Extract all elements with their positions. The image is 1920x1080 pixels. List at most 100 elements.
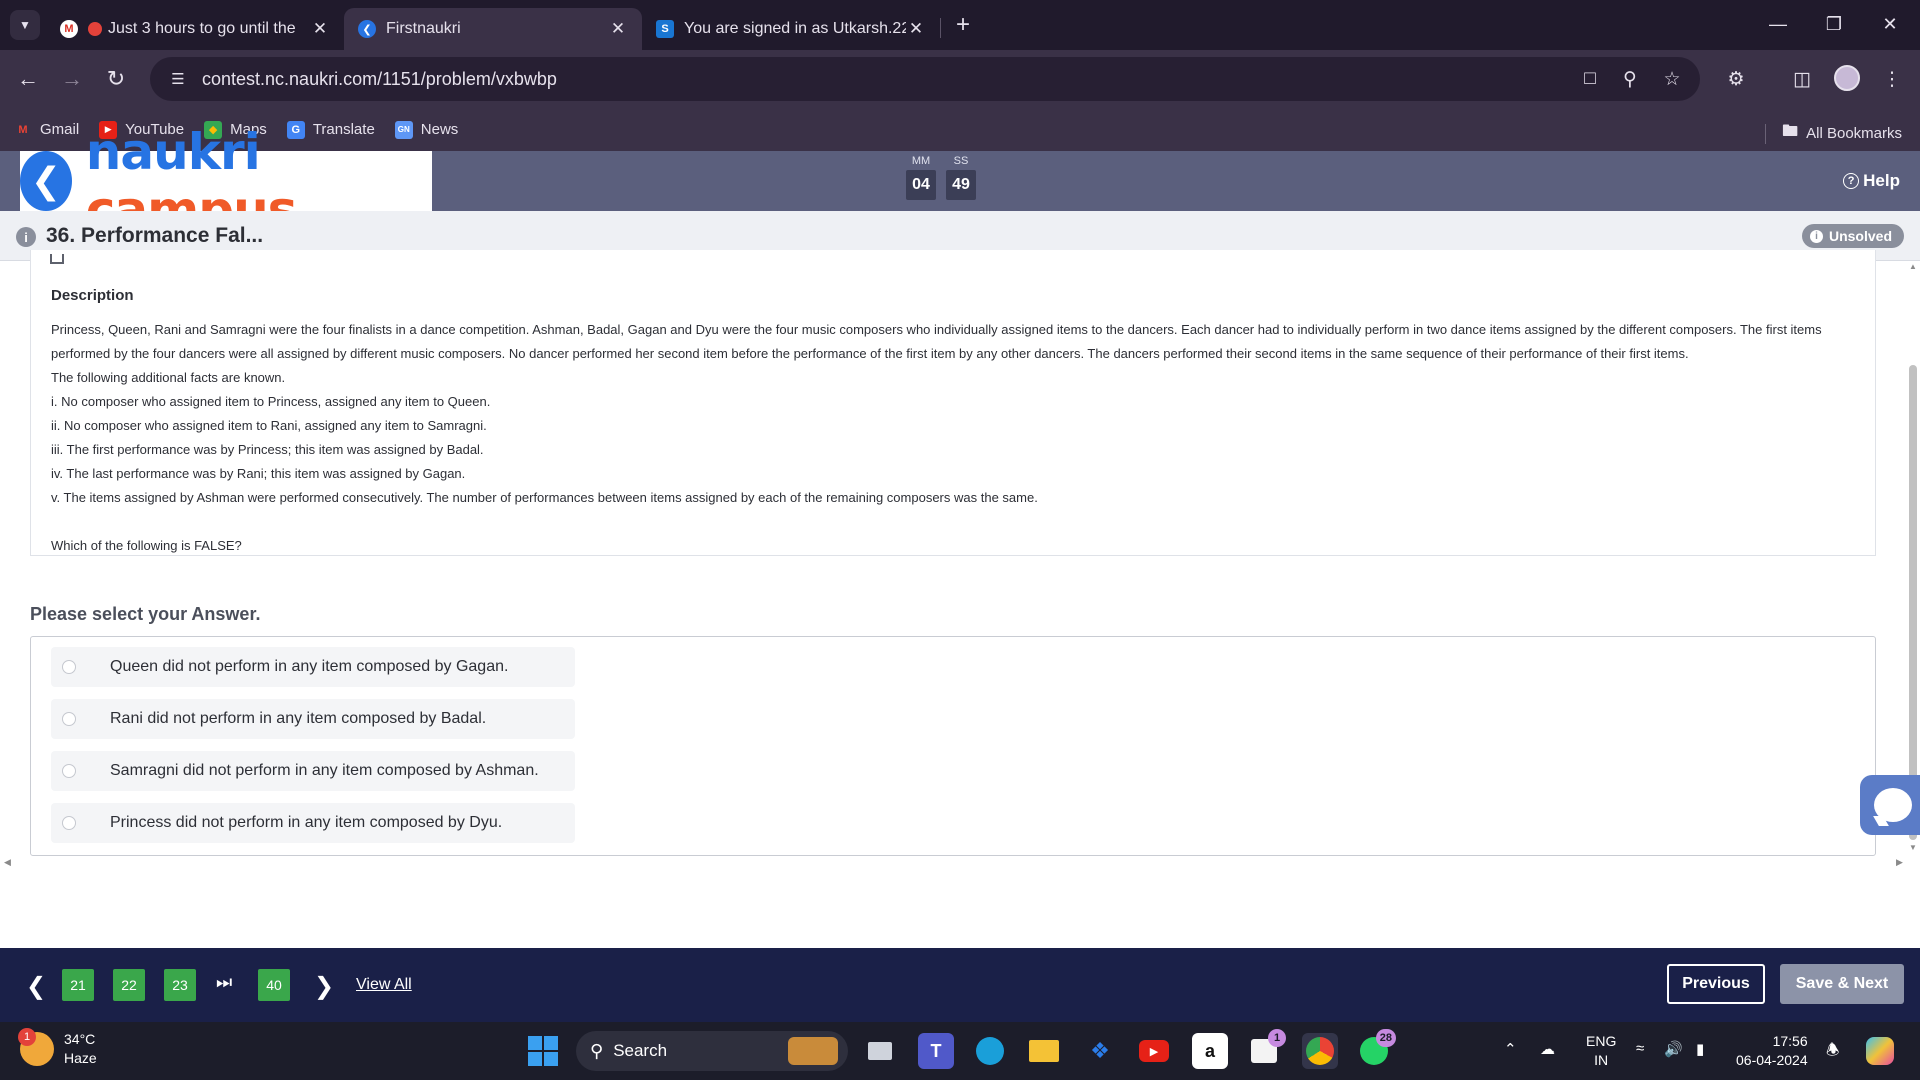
chrome-icon[interactable]: [1302, 1033, 1338, 1069]
tab-firstnaukri[interactable]: ❮ Firstnaukri ✕: [344, 8, 642, 50]
help-label: Help: [1863, 171, 1900, 190]
address-bar[interactable]: ☰ contest.nc.naukri.com/1151/problem/vxb…: [150, 57, 1700, 101]
taskbar-search-box[interactable]: ⚲ Search: [576, 1031, 848, 1071]
tab-gmail[interactable]: M Just 3 hours to go until the ✕: [46, 8, 344, 50]
view-all-link[interactable]: View All: [356, 976, 412, 994]
scroll-left-arrow-icon[interactable]: ◀: [4, 857, 11, 868]
tab-signed-in[interactable]: S You are signed in as Utkarsh.22 ✕: [642, 8, 940, 50]
lang-line-1: ENG: [1586, 1033, 1617, 1049]
side-panel-icon[interactable]: ◫: [1786, 63, 1818, 95]
weather-sun-icon: 1: [18, 1028, 54, 1066]
scroll-right-arrow-icon[interactable]: ▶: [1896, 857, 1903, 868]
notification-badge: 1: [1268, 1029, 1286, 1047]
input-language-indicator[interactable]: ENG IN: [1586, 1032, 1616, 1070]
countdown-timer: MM 04 SS 49: [906, 155, 976, 200]
answer-option-4[interactable]: Princess did not perform in any item com…: [51, 803, 575, 843]
option-text: Samragni did not perform in any item com…: [110, 762, 539, 779]
teams-icon[interactable]: T: [918, 1033, 954, 1069]
youtube-icon[interactable]: ▶: [1136, 1033, 1172, 1069]
whatsapp-icon[interactable]: 28: [1356, 1029, 1396, 1069]
tab-close-icon[interactable]: ✕: [608, 19, 628, 39]
question-navigation-footer: ❮ 21 22 23 ⏭ 40 ❯ View All Previous Save…: [0, 948, 1920, 1022]
alarm-icon: [88, 22, 102, 36]
tab-close-icon[interactable]: ✕: [310, 19, 330, 39]
answer-option-1[interactable]: Queen did not perform in any item compos…: [51, 647, 575, 687]
extensions-puzzle-icon[interactable]: ⚙: [1720, 63, 1752, 95]
help-circle-icon: ?: [1843, 173, 1860, 189]
tab-divider: [940, 18, 941, 38]
chat-widget-button[interactable]: [1860, 775, 1920, 835]
prev-page-chevron-icon[interactable]: ❮: [26, 972, 46, 1001]
question-number-button[interactable]: 21: [62, 969, 94, 1001]
windows-start-icon[interactable]: [528, 1036, 558, 1066]
bookmark-label: Gmail: [40, 121, 80, 138]
dropbox-icon[interactable]: ❖: [1082, 1033, 1118, 1069]
amazon-icon[interactable]: a: [1192, 1033, 1228, 1069]
fact-item: v. The items assigned by Ashman were per…: [51, 490, 1038, 505]
folder-icon: 🖿: [1782, 123, 1799, 140]
answer-option-3[interactable]: Samragni did not perform in any item com…: [51, 751, 575, 791]
new-tab-plus-icon[interactable]: +: [948, 10, 978, 40]
save-next-button[interactable]: Save & Next: [1780, 964, 1904, 1004]
scroll-up-arrow-icon[interactable]: ▲: [1908, 262, 1918, 271]
show-hidden-icons-chevron-icon[interactable]: ⌃: [1504, 1040, 1517, 1058]
install-app-icon[interactable]: □: [1574, 63, 1606, 95]
forward-arrow-icon[interactable]: →: [56, 63, 88, 95]
timer-ss-value: 49: [946, 170, 976, 200]
radio-button[interactable]: [62, 712, 76, 726]
question-number-button[interactable]: 23: [164, 969, 196, 1001]
description-facts-intro: The following additional facts are known…: [51, 370, 286, 385]
scroll-down-arrow-icon[interactable]: ▼: [1908, 843, 1918, 852]
file-explorer-icon[interactable]: [1026, 1033, 1062, 1069]
radio-button[interactable]: [62, 764, 76, 778]
edge-icon[interactable]: [972, 1033, 1008, 1069]
system-clock[interactable]: 17:56 06-04-2024: [1736, 1032, 1808, 1070]
answer-option-2[interactable]: Rani did not perform in any item compose…: [51, 699, 575, 739]
zoom-icon[interactable]: ⚲: [1614, 63, 1646, 95]
status-label: Unsolved: [1828, 228, 1892, 244]
wifi-icon[interactable]: ≈: [1636, 1040, 1644, 1057]
search-icon: ⚲: [590, 1040, 604, 1061]
restore-icon[interactable]: ❐: [1814, 8, 1854, 40]
reload-icon[interactable]: ↻: [100, 63, 132, 95]
copilot-icon[interactable]: [1862, 1033, 1898, 1069]
all-bookmarks-button[interactable]: 🖿 All Bookmarks: [1765, 120, 1902, 147]
browser-tab-bar: ▼ M Just 3 hours to go until the ✕ ❮ Fir…: [0, 0, 1920, 50]
microsoft-store-icon[interactable]: 1: [1246, 1029, 1286, 1069]
tab-close-icon[interactable]: ✕: [906, 19, 926, 39]
minimize-icon[interactable]: —: [1758, 8, 1798, 40]
all-bookmarks-label: All Bookmarks: [1806, 125, 1902, 142]
profile-avatar[interactable]: [1834, 65, 1860, 91]
skip-to-end-icon[interactable]: ⏭: [216, 972, 232, 993]
previous-button[interactable]: Previous: [1667, 964, 1765, 1004]
bookmark-star-icon[interactable]: ☆: [1656, 63, 1688, 95]
radio-button[interactable]: [62, 816, 76, 830]
back-arrow-icon[interactable]: ←: [12, 63, 44, 95]
lang-line-2: IN: [1594, 1052, 1609, 1068]
site-settings-icon[interactable]: ☰: [158, 70, 198, 88]
timer-mm-label: MM: [911, 155, 931, 167]
weather-widget[interactable]: 1 34°C Haze: [18, 1028, 97, 1068]
notification-bell-icon[interactable]: 🕭: [1826, 1040, 1839, 1065]
task-view-icon[interactable]: [862, 1033, 898, 1069]
clock-time: 17:56: [1772, 1033, 1808, 1049]
help-link[interactable]: ? Help: [1843, 171, 1900, 191]
site-header: ❮ naukri campus MM 04 SS 49 ? Help: [0, 123, 1920, 239]
window-close-icon[interactable]: ✕: [1870, 8, 1910, 40]
fact-item: iv. The last performance was by Rani; th…: [51, 466, 466, 481]
onedrive-cloud-icon[interactable]: ☁: [1540, 1040, 1555, 1058]
naukri-campus-logo[interactable]: ❮ naukri campus: [20, 123, 432, 239]
question-number-button[interactable]: 22: [113, 969, 145, 1001]
fact-item: ii. No composer who assigned item to Ran…: [51, 418, 487, 433]
bookmark-gmail[interactable]: M Gmail: [14, 121, 79, 139]
browser-menu-kebab-icon[interactable]: ⋮: [1876, 63, 1908, 95]
radio-button[interactable]: [62, 660, 76, 674]
info-icon[interactable]: i: [16, 227, 36, 247]
question-number-button[interactable]: 40: [258, 969, 290, 1001]
scrollbar-thumb[interactable]: [1909, 365, 1917, 840]
next-page-chevron-icon[interactable]: ❯: [314, 972, 334, 1001]
volume-icon[interactable]: 🔊: [1664, 1040, 1683, 1058]
battery-icon[interactable]: ▮: [1696, 1040, 1704, 1058]
gmail-icon: M: [18, 123, 28, 136]
tab-search-chevron-icon[interactable]: ▼: [10, 10, 40, 40]
